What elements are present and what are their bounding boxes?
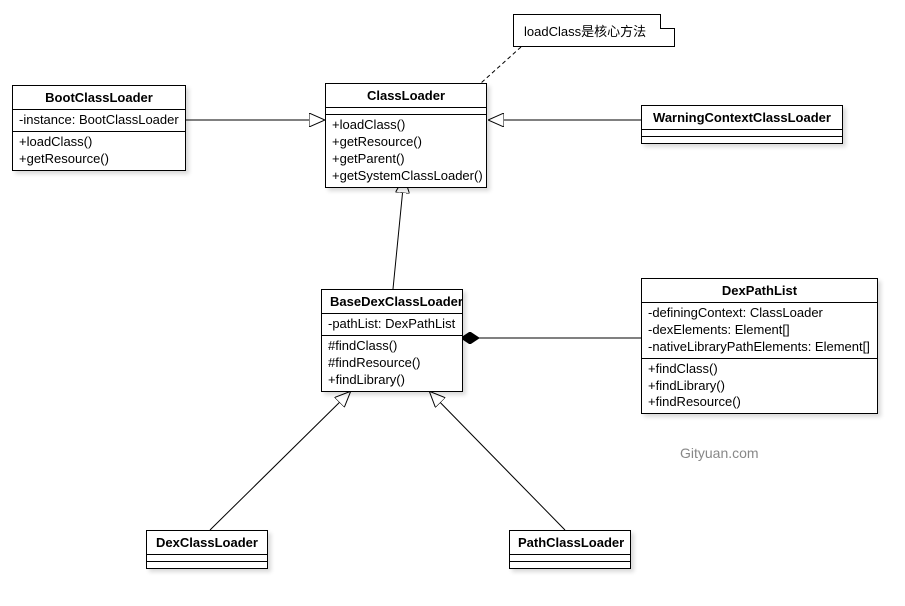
method-row: +loadClass() xyxy=(332,117,480,134)
class-basedexclassloader: BaseDexClassLoader -pathList: DexPathLis… xyxy=(321,289,463,392)
note-fold-corner xyxy=(660,14,675,29)
attrs-section: -instance: BootClassLoader xyxy=(13,110,185,132)
method-row: +getSystemClassLoader() xyxy=(332,168,480,185)
class-title: WarningContextClassLoader xyxy=(642,106,842,130)
attrs-section xyxy=(642,130,842,137)
method-row: +findLibrary() xyxy=(648,378,871,395)
class-bootclassloader: BootClassLoader -instance: BootClassLoad… xyxy=(12,85,186,171)
class-title: BaseDexClassLoader xyxy=(322,290,462,314)
method-row: #findResource() xyxy=(328,355,456,372)
class-title: DexPathList xyxy=(642,279,877,303)
method-row: +getParent() xyxy=(332,151,480,168)
note-text: loadClass是核心方法 xyxy=(524,24,646,39)
method-row: +findResource() xyxy=(648,394,871,411)
attrs-section: -pathList: DexPathList xyxy=(322,314,462,336)
method-row: #findClass() xyxy=(328,338,456,355)
methods-section xyxy=(147,562,267,568)
method-row: +getResource() xyxy=(332,134,480,151)
method-row: +findClass() xyxy=(648,361,871,378)
attrs-section xyxy=(326,108,486,115)
method-row: +findLibrary() xyxy=(328,372,456,389)
watermark-text: Gityuan.com xyxy=(680,445,759,461)
method-row: +loadClass() xyxy=(19,134,179,151)
methods-section: +loadClass() +getResource() +getParent()… xyxy=(326,115,486,187)
methods-section xyxy=(642,137,842,143)
methods-section: #findClass() #findResource() +findLibrar… xyxy=(322,336,462,391)
methods-section xyxy=(510,562,630,568)
attrs-section xyxy=(510,555,630,562)
class-title: DexClassLoader xyxy=(147,531,267,555)
class-title: BootClassLoader xyxy=(13,86,185,110)
class-pathclassloader: PathClassLoader xyxy=(509,530,631,569)
class-classloader: ClassLoader +loadClass() +getResource() … xyxy=(325,83,487,188)
attr-row: -definingContext: ClassLoader xyxy=(648,305,871,322)
attrs-section: -definingContext: ClassLoader -dexElemen… xyxy=(642,303,877,359)
attr-row: -instance: BootClassLoader xyxy=(19,112,179,129)
class-dexpathlist: DexPathList -definingContext: ClassLoade… xyxy=(641,278,878,414)
method-row: +getResource() xyxy=(19,151,179,168)
attr-row: -dexElements: Element[] xyxy=(648,322,871,339)
class-warningcontextclassloader: WarningContextClassLoader xyxy=(641,105,843,144)
class-dexclassloader: DexClassLoader xyxy=(146,530,268,569)
class-title: PathClassLoader xyxy=(510,531,630,555)
methods-section: +loadClass() +getResource() xyxy=(13,132,185,170)
class-title: ClassLoader xyxy=(326,84,486,108)
methods-section: +findClass() +findLibrary() +findResourc… xyxy=(642,359,877,414)
attrs-section xyxy=(147,555,267,562)
attr-row: -pathList: DexPathList xyxy=(328,316,456,333)
attr-row: -nativeLibraryPathElements: Element[] xyxy=(648,339,871,356)
note-loadclass: loadClass是核心方法 xyxy=(513,14,675,47)
